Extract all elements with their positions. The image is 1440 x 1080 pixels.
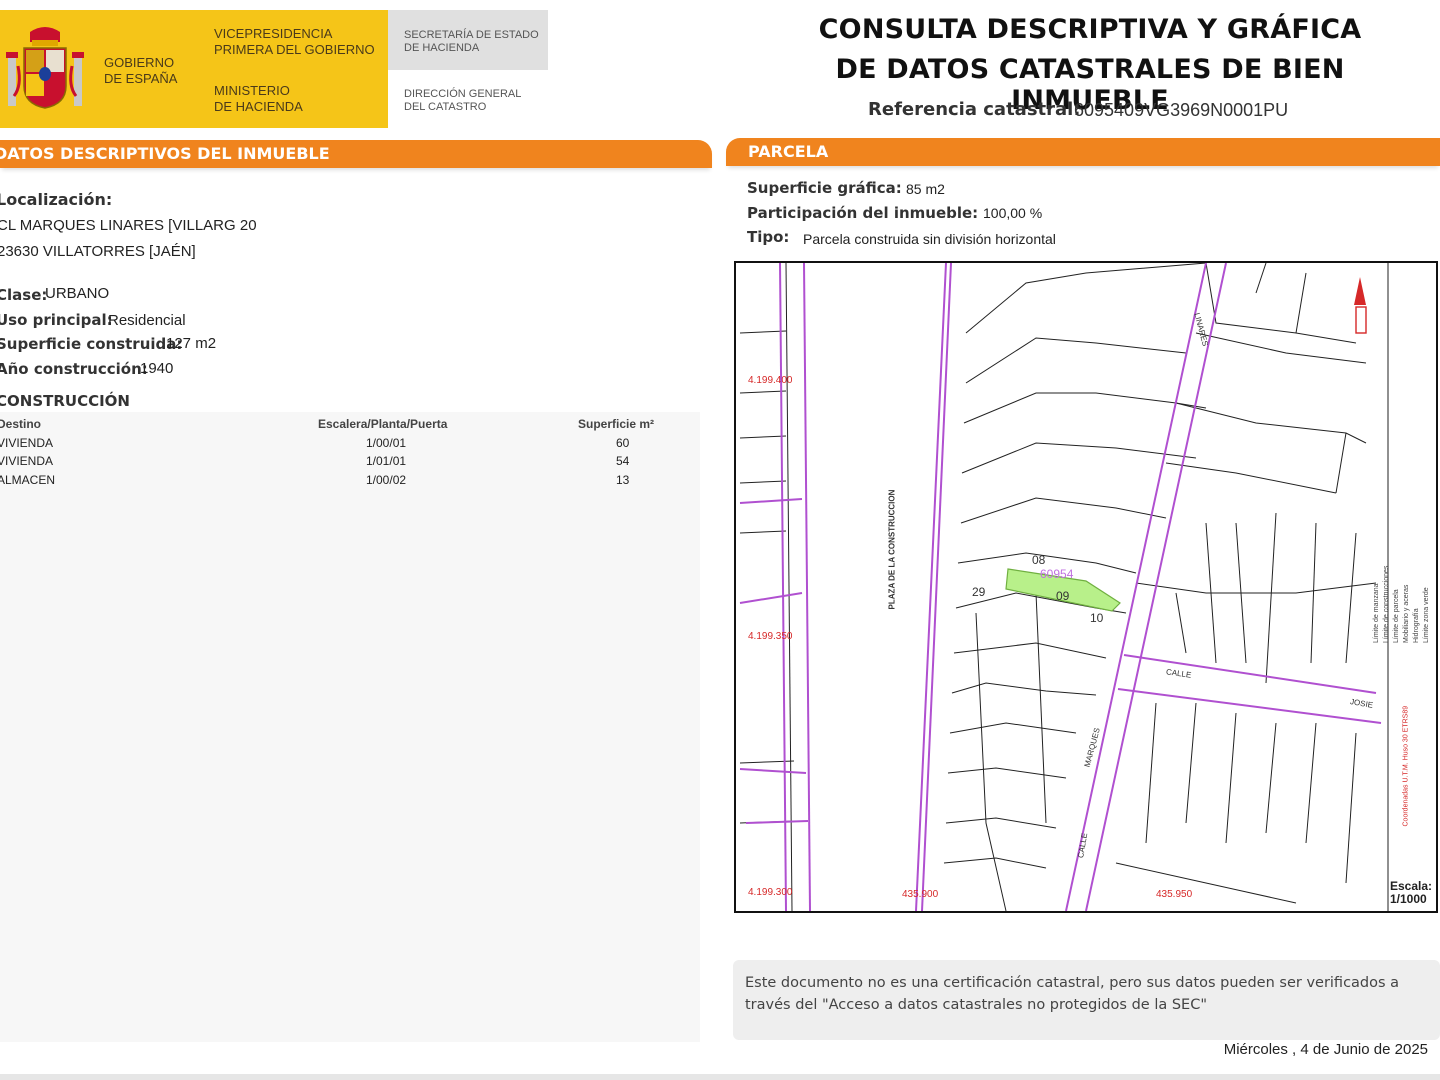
sec-line2: de Hacienda <box>404 42 480 54</box>
table-row-1-destino: VIVIENDA <box>0 436 54 450</box>
map-coord-y1: 4.199.400 <box>748 375 793 386</box>
dir-line2: del Catastro <box>404 101 487 113</box>
participation-value: 100,00 % <box>983 205 1043 221</box>
built-area-value: 127 m2 <box>166 335 217 352</box>
gov-line2: de España <box>104 71 178 86</box>
cadastral-reference-label: Referencia catastral: <box>868 99 1081 120</box>
map-legend: Límite de manzana Límite de construccion… <box>1372 443 1432 643</box>
gov-label: Gobierno de España <box>104 55 177 87</box>
type-label: Tipo: <box>747 228 790 246</box>
legend-parcel-limit: Límite de parcela <box>1393 589 1400 643</box>
map-coord-y2: 4.199.350 <box>748 631 793 642</box>
address-line1: CL MARQUES LINARES [VILLARG 20 <box>0 217 257 234</box>
table-row-3-superficie: 13 <box>616 473 630 487</box>
parcel-reference-label: 60954 <box>1040 567 1074 581</box>
graphic-area-label: Superficie gráfica: <box>747 179 902 197</box>
dir-line1: Dirección General <box>404 88 522 100</box>
col-superficie: Superficie m² <box>578 417 655 431</box>
table-row-3-escalera: 1/00/02 <box>366 473 407 487</box>
secretariat-label: Secretaría de Estado de Hacienda <box>404 29 539 55</box>
sec-line1: Secretaría de Estado <box>404 29 539 41</box>
map-scale: Escala: 1/1000 <box>1390 880 1432 906</box>
vicepresidency-label: Vicepresidencia Primera del Gobierno <box>214 26 375 58</box>
north-arrow-icon <box>1354 277 1367 334</box>
parcel-number-08: 08 <box>1032 553 1046 567</box>
gov-line1: Gobierno <box>104 55 175 70</box>
location-label: Localización: <box>0 190 113 209</box>
col-destino: Destino <box>0 417 42 431</box>
ministry-label: Ministerio de Hacienda <box>214 83 303 115</box>
verification-notice: Este documento no es una certificación c… <box>733 960 1440 1040</box>
vice-line2: Primera del Gobierno <box>214 42 375 57</box>
page-bottom-divider <box>0 1074 1440 1080</box>
parcel-number-10: 10 <box>1090 611 1104 625</box>
main-use-value: Residencial <box>108 312 186 329</box>
document-title-line1: CONSULTA DESCRIPTIVA Y GRÁFICA <box>818 14 1362 45</box>
vice-line1: Vicepresidencia <box>214 26 333 41</box>
class-label: Clase: <box>0 286 48 304</box>
table-row-2-escalera: 1/01/01 <box>366 454 407 468</box>
table-row-2-destino: VIVIENDA <box>0 454 54 468</box>
legend-block-limit: Límite de manzana <box>1373 583 1380 643</box>
map-coord-x1: 435.900 <box>902 889 939 900</box>
coat-of-arms-logo <box>6 27 84 109</box>
main-use-label: Uso principal: <box>0 311 113 329</box>
table-row-1-superficie: 60 <box>616 436 630 450</box>
construction-year-label: Año construcción: <box>0 360 148 378</box>
built-area-label: Superficie construida: <box>0 335 183 353</box>
construction-year-value: 1940 <box>140 360 174 377</box>
cadastral-map[interactable]: 4.199.400 4.199.350 4.199.300 435.900 43… <box>734 261 1438 913</box>
class-value: URBANO <box>45 285 110 302</box>
address-line2: 23630 VILLATORRES [JAÉN] <box>0 243 196 260</box>
participation-label: Participación del inmueble: <box>747 204 979 222</box>
legend-furniture: Mobiliario y aceras <box>1403 584 1410 643</box>
construction-panel <box>0 412 700 1042</box>
table-row-1-escalera: 1/00/01 <box>366 436 407 450</box>
type-value: Parcela construida sin división horizont… <box>803 231 1056 247</box>
construction-title: CONSTRUCCIÓN <box>0 392 130 410</box>
cadastral-reference-value: 6095409VG3969N0001PU <box>1074 100 1289 120</box>
map-coord-y3: 4.199.300 <box>748 887 793 898</box>
map-coordinate-system: Coordenadas U.T.M. Huso 30 ETRS89 <box>1402 705 1410 827</box>
directorate-label: Dirección General del Catastro <box>404 88 521 114</box>
map-coord-x2: 435.950 <box>1156 889 1193 900</box>
parcel-number-29: 29 <box>972 585 986 599</box>
descriptive-data-header: DATOS DESCRIPTIVOS DEL INMUEBLE <box>0 140 712 168</box>
table-row-2-superficie: 54 <box>616 454 630 468</box>
legend-hydrography: Hidrografía <box>1413 608 1420 643</box>
legend-green-zone: Límite zona verde <box>1423 587 1430 643</box>
document-date: Miércoles , 4 de Junio de 2025 <box>1223 1041 1428 1058</box>
street-label-plaza: PLAZA DE LA CONSTRUCCION <box>887 489 897 610</box>
map-drawing <box>739 263 1389 911</box>
graphic-area-value: 85 m2 <box>906 181 945 197</box>
scale-value: 1/1000 <box>1390 892 1427 906</box>
min-line1: Ministerio <box>214 83 290 98</box>
table-row-3-destino: ALMACEN <box>0 473 56 487</box>
legend-construction-limit: Límite de construcciones <box>1383 565 1390 643</box>
parcel-header: PARCELA <box>726 138 1440 166</box>
parcel-number-09: 09 <box>1056 589 1070 603</box>
min-line2: de Hacienda <box>214 99 303 114</box>
col-escalera: Escalera/Planta/Puerta <box>318 417 448 431</box>
